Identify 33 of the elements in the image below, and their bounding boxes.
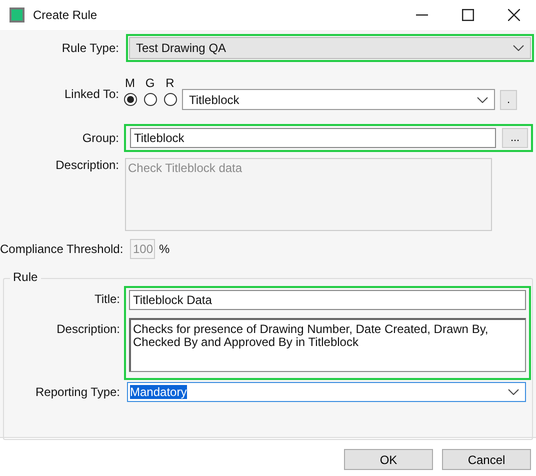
title-field[interactable]: Titleblock Data: [129, 290, 526, 310]
window-title: Create Rule: [33, 8, 98, 22]
radio-label: G: [145, 76, 155, 90]
radio-button[interactable]: [164, 93, 176, 106]
app-icon: [9, 7, 25, 23]
field-label: Reporting Type:: [34, 385, 120, 399]
browse-button[interactable]: .: [500, 90, 517, 110]
browse-button[interactable]: ...: [502, 128, 528, 148]
chevron-icon: [477, 96, 488, 102]
field-label: Linked To:: [64, 87, 119, 101]
group-field[interactable]: Titleblock: [130, 128, 496, 148]
field-label: Group:: [81, 131, 119, 145]
group-title: Rule: [10, 270, 41, 284]
chevron-icon: [513, 45, 524, 51]
chevron-icon: [508, 389, 519, 395]
field-label: Description:: [54, 158, 119, 172]
field-label: Title:: [94, 292, 120, 306]
reporting-type-dropdown[interactable]: Mandatory: [127, 382, 526, 402]
radio-label: R: [166, 76, 174, 90]
rule-description-field[interactable]: Checks for presence of Drawing Number, Date Created, Drawn By, Checked By and Approved By in Titleblock: [129, 318, 526, 372]
field-label: Rule Type:: [60, 41, 119, 55]
unit-label: %: [159, 242, 170, 256]
dialog-button[interactable]: OK: [344, 449, 433, 470]
maximize-icon[interactable]: [462, 9, 474, 21]
linked-to-dropdown[interactable]: Titleblock: [182, 89, 495, 110]
dialog-button[interactable]: Cancel: [442, 449, 531, 470]
rule-type-dropdown[interactable]: Test Drawing QA: [129, 37, 531, 59]
field-label: Description:: [56, 322, 120, 336]
radio-button[interactable]: [144, 93, 156, 106]
close-icon[interactable]: [508, 9, 520, 21]
radio-button[interactable]: [124, 93, 136, 106]
radio-label: M: [125, 76, 135, 90]
field-label: Compliance Threshold:: [0, 242, 120, 256]
